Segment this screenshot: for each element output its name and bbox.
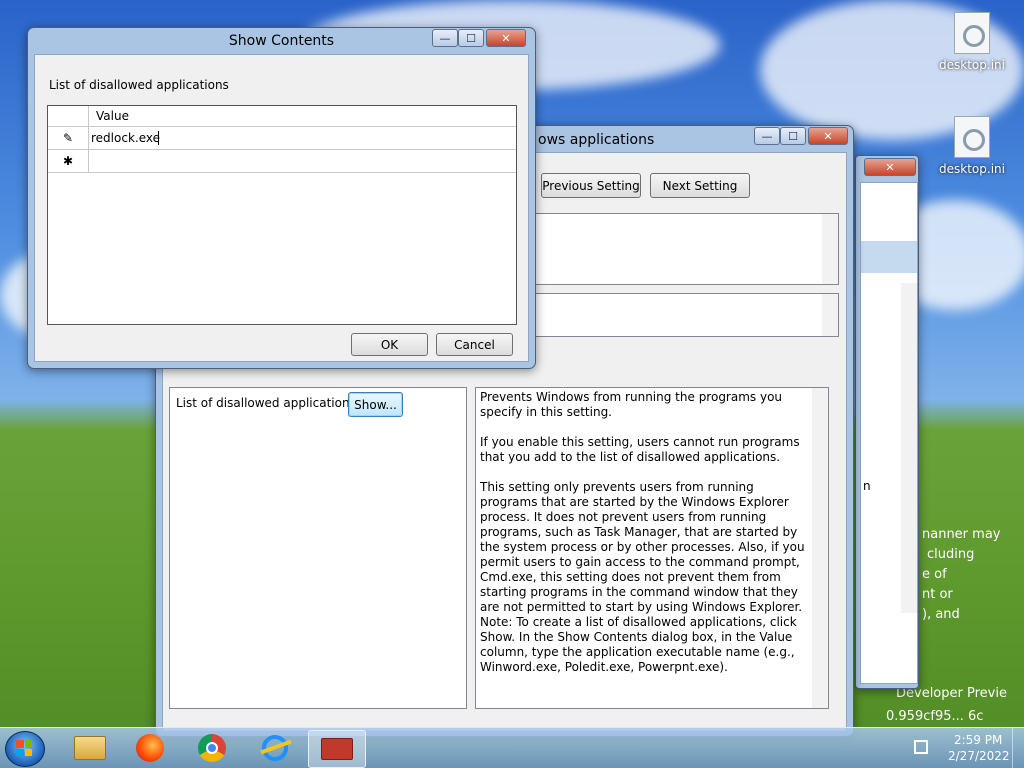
- firefox-icon[interactable]: [126, 732, 174, 764]
- control-panel-icon[interactable]: [308, 730, 366, 768]
- background-window-client: n: [860, 182, 918, 684]
- desktop-icon-label: desktop.ini: [939, 58, 1005, 72]
- options-panel: List of disallowed applications Show...: [169, 387, 467, 709]
- bg-text-3: e of: [922, 567, 947, 582]
- clock-date[interactable]: 2/27/2022: [948, 749, 1010, 763]
- help-text: Prevents Windows from running the progra…: [480, 390, 810, 675]
- next-setting-button[interactable]: Next Setting: [650, 173, 750, 198]
- help-panel: Prevents Windows from running the progra…: [475, 387, 829, 709]
- supported-scrollbar[interactable]: [822, 294, 838, 336]
- grid-row-new[interactable]: ✱: [48, 150, 516, 173]
- taskbar: 2:59 PM 2/27/2022: [0, 727, 1024, 768]
- background-close-button[interactable]: ✕: [864, 158, 916, 176]
- option-label: List of disallowed applications: [176, 396, 356, 410]
- close-button[interactable]: ✕: [808, 127, 848, 145]
- help-paragraph-2: If you enable this setting, users cannot…: [480, 435, 800, 464]
- comment-box[interactable]: [535, 213, 839, 285]
- bg-text-4: nt or: [922, 587, 953, 602]
- grid-header: Value: [48, 106, 516, 127]
- background-row-highlight: [861, 241, 917, 273]
- minimize-button[interactable]: —: [754, 127, 780, 145]
- bg-text-2: cluding: [927, 547, 975, 562]
- dialog-close-button[interactable]: ✕: [486, 29, 526, 47]
- file-icon: [954, 12, 990, 54]
- show-contents-dialog: Show Contents — ☐ ✕ List of disallowed a…: [27, 27, 536, 369]
- file-icon: [954, 116, 990, 158]
- ok-button[interactable]: OK: [351, 333, 428, 356]
- policy-window-title: ows applications: [538, 132, 655, 148]
- help-paragraph-1: Prevents Windows from running the progra…: [480, 390, 783, 419]
- windows-logo-icon: [16, 740, 32, 756]
- chrome-icon[interactable]: [188, 732, 236, 764]
- dialog-client: List of disallowed applications Value ✎ …: [34, 54, 529, 362]
- previous-setting-button[interactable]: Previous Setting: [541, 173, 641, 198]
- grid-row-1[interactable]: ✎ redlock.exe: [48, 127, 516, 150]
- ie-icon[interactable]: [251, 732, 299, 764]
- desktop-icon-ini-1[interactable]: desktop.ini: [937, 12, 1007, 72]
- bg-text-7: 0.959cf95... 6c: [886, 709, 984, 724]
- help-scrollbar[interactable]: [812, 388, 828, 708]
- clock-time[interactable]: 2:59 PM: [954, 733, 1002, 747]
- show-button[interactable]: Show...: [348, 392, 403, 417]
- background-window: ✕ n: [855, 155, 919, 689]
- desktop-icon-ini-2[interactable]: desktop.ini: [937, 116, 1007, 176]
- comment-scrollbar[interactable]: [822, 214, 838, 284]
- supported-on-box: [535, 293, 839, 337]
- new-row-asterisk-icon: ✱: [48, 150, 89, 172]
- file-explorer-icon[interactable]: [66, 732, 114, 764]
- bg-text-1: nanner may: [922, 527, 1001, 542]
- cancel-button[interactable]: Cancel: [436, 333, 513, 356]
- value-column-header[interactable]: Value: [96, 109, 129, 123]
- help-paragraph-3: This setting only prevents users from ru…: [480, 480, 805, 674]
- bg-text-5: ), and: [922, 607, 960, 622]
- dialog-maximize-button[interactable]: ☐: [458, 29, 484, 47]
- network-icon[interactable]: [914, 740, 928, 754]
- edit-pencil-icon: ✎: [48, 127, 89, 149]
- row-header-cell: [48, 106, 89, 126]
- show-desktop-button[interactable]: [1012, 728, 1024, 768]
- text-cursor: [158, 131, 159, 145]
- value-cell-1[interactable]: redlock.exe: [91, 131, 160, 145]
- background-scrollbar[interactable]: [901, 283, 917, 613]
- desktop-icon-label: desktop.ini: [939, 162, 1005, 176]
- background-fragment-text: n: [863, 479, 871, 493]
- maximize-button[interactable]: ☐: [780, 127, 806, 145]
- value-grid[interactable]: Value ✎ redlock.exe ✱: [47, 105, 517, 325]
- dialog-minimize-button[interactable]: —: [432, 29, 458, 47]
- dialog-heading: List of disallowed applications: [49, 78, 229, 92]
